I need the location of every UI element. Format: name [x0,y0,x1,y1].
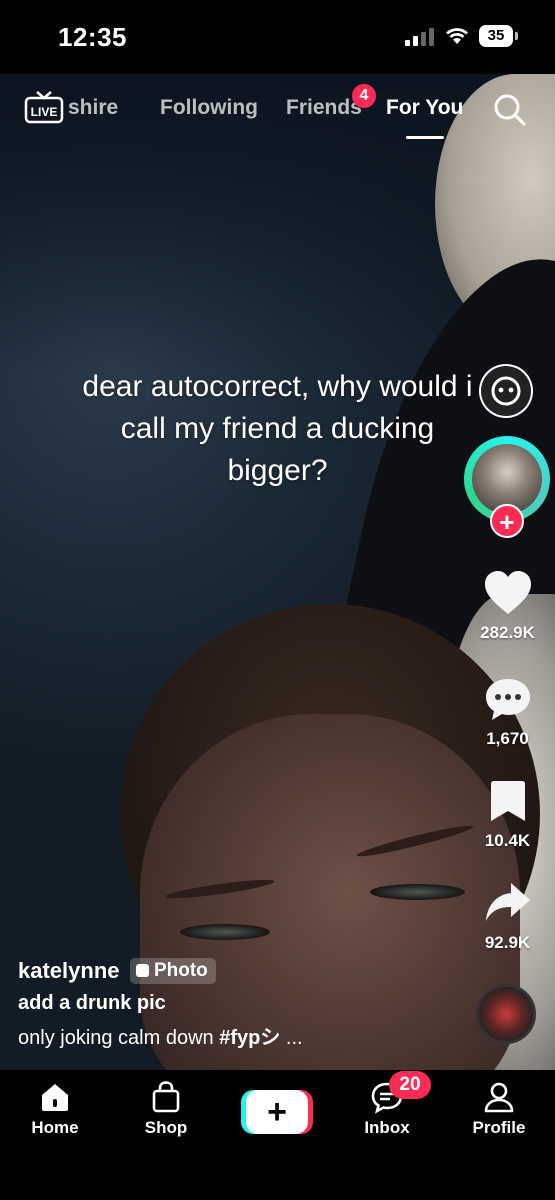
nav-inbox-label: Inbox [364,1118,410,1137]
top-nav: LIVE shire Following Friends 4 For You [0,84,555,140]
comment-count: 1,670 [486,729,529,748]
status-bar: 12:35 35 [0,0,555,74]
status-time: 12:35 [58,22,127,52]
music-disc[interactable] [476,984,536,1044]
save-count: 10.4K [484,831,531,850]
tab-following[interactable]: Following [160,96,258,120]
friends-badge: 4 [352,84,376,108]
caption-title: add a drunk pic [18,992,166,1014]
share-arrow-icon [485,883,530,921]
cellular-signal-icon [405,28,434,46]
nav-home-label: Home [31,1118,79,1137]
right-eye [370,884,465,900]
like-count: 282.9K [480,623,535,642]
create-button[interactable]: + [241,1090,313,1134]
nav-profile[interactable]: Profile [454,1080,544,1138]
live-icon[interactable]: LIVE [24,90,64,124]
bookmark-icon [490,781,525,821]
tiktok-screen: 12:35 35 LIVE shire Following Friends 4 … [0,0,555,1200]
caption-desc-text: only joking calm down [18,1027,220,1049]
comment-button[interactable]: 1,670 [460,676,555,749]
caption-more[interactable]: ... [280,1027,303,1049]
share-count: 92.9K [484,933,531,952]
bottom-nav: Home Shop + Inbox Profile [0,1070,555,1200]
ai-face-icon [491,376,521,406]
plus-icon: + [246,1090,308,1134]
photo-badge: Photo [129,958,216,984]
nav-shop[interactable]: Shop [121,1080,211,1138]
profile-icon [484,1082,514,1113]
tab-shire[interactable]: shire [68,96,118,120]
like-button[interactable]: 282.9K [460,570,555,643]
heart-icon [484,571,531,614]
nav-home[interactable]: Home [10,1080,100,1138]
shopping-bag-icon [152,1081,180,1113]
photo-icon [135,964,149,977]
nav-shop-label: Shop [144,1118,188,1137]
active-tab-indicator [406,136,444,139]
comment-icon [485,679,530,720]
battery-icon: 35 [479,25,519,47]
video-overlay-text: dear autocorrect, why would i call my fr… [82,370,473,487]
photo-badge-label: Photo [153,960,208,981]
tab-friends[interactable]: Friends [286,96,362,120]
wifi-icon [446,28,468,44]
battery-cap [515,32,518,40]
save-button[interactable]: 10.4K [460,778,555,851]
creator-username[interactable]: katelynne [18,958,120,984]
tab-for-you[interactable]: For You [386,96,463,120]
post-caption: katelynne Photo add a drunk pic only jok… [18,958,458,1050]
live-label: LIVE [31,105,58,119]
battery-level: 35 [479,25,513,47]
nav-profile-label: Profile [472,1118,526,1137]
inbox-badge: 20 [389,1071,431,1099]
search-icon[interactable] [492,92,528,128]
caption-description[interactable]: only joking calm down #fypシ ... [18,1021,458,1050]
hashtag-fyp[interactable]: #fypシ [219,1027,280,1049]
left-eye [180,924,270,940]
share-button[interactable]: 92.9K [460,880,555,953]
home-icon [42,1084,68,1111]
follow-plus-button[interactable]: + [490,504,524,538]
ai-assistant-button[interactable] [479,364,533,418]
